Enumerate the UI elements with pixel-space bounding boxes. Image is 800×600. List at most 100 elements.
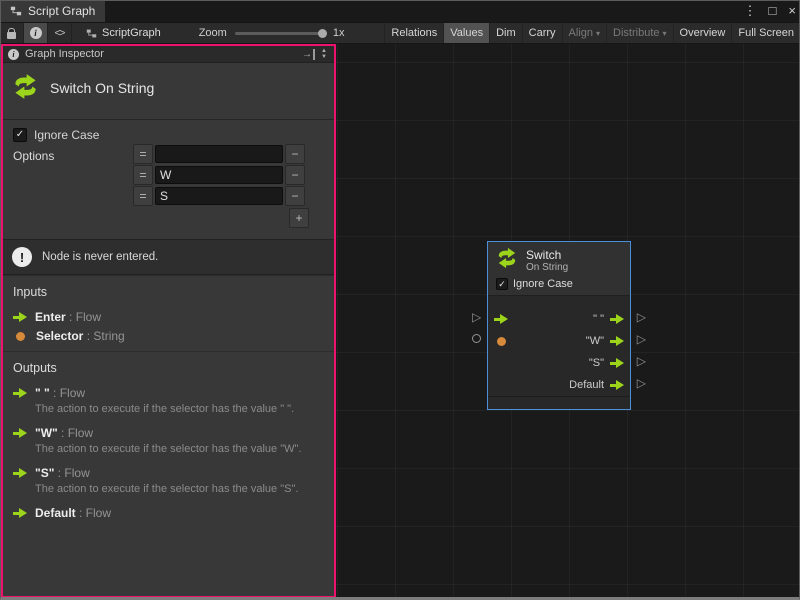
code-view-button[interactable]: <> bbox=[48, 23, 72, 43]
inspector-controls: ✓ Ignore Case Options = − = − = bbox=[3, 119, 334, 239]
node-ignore-case-row[interactable]: ✓ Ignore Case bbox=[496, 278, 622, 290]
output-port-icon[interactable] bbox=[610, 380, 624, 390]
info-icon: i bbox=[8, 49, 19, 60]
flow-port-icon bbox=[13, 312, 27, 322]
external-output-port[interactable]: ▷ bbox=[637, 332, 646, 346]
window-close-button[interactable]: × bbox=[788, 0, 796, 22]
node-port-row: "W" bbox=[488, 330, 630, 352]
full-screen-button[interactable]: Full Screen bbox=[731, 23, 800, 43]
external-input-value-port[interactable] bbox=[472, 334, 481, 343]
inspector-toggle-button[interactable]: i bbox=[24, 23, 48, 43]
option-value-input[interactable] bbox=[155, 145, 283, 163]
inspector-title: Graph Inspector bbox=[25, 48, 104, 60]
align-button[interactable]: Align ▾ bbox=[562, 23, 606, 43]
inputs-section-title: Inputs bbox=[3, 283, 334, 307]
input-port-row: Enter : Flow bbox=[3, 307, 334, 326]
port-name: "S" bbox=[35, 466, 54, 480]
output-port-icon[interactable] bbox=[610, 314, 624, 324]
zoom-label: Zoom bbox=[199, 27, 227, 39]
port-name: "W" bbox=[35, 426, 58, 440]
node-port-row: " " bbox=[488, 308, 630, 330]
window-titlebar: Script Graph ⋮ □ × bbox=[0, 0, 800, 22]
overview-button[interactable]: Overview bbox=[673, 23, 732, 43]
zoom-slider[interactable] bbox=[235, 32, 325, 35]
panel-scroller: ▲ ▼ bbox=[321, 48, 327, 60]
breadcrumb[interactable]: ScriptGraph bbox=[86, 27, 161, 39]
warning-banner: ! Node is never entered. bbox=[3, 239, 334, 275]
window-maximize-button[interactable]: □ bbox=[769, 0, 777, 22]
lock-button[interactable] bbox=[0, 23, 24, 43]
values-button[interactable]: Values bbox=[443, 23, 489, 43]
script-graph-icon bbox=[86, 28, 97, 39]
output-port-label: "S" bbox=[589, 357, 604, 369]
remove-option-button[interactable]: − bbox=[285, 165, 305, 185]
distribute-button[interactable]: Distribute ▾ bbox=[606, 23, 672, 43]
node-footer bbox=[488, 396, 630, 409]
port-type: : Flow bbox=[54, 466, 89, 480]
scroll-down-icon[interactable]: ▼ bbox=[321, 54, 327, 60]
chevron-down-icon: ▾ bbox=[596, 29, 600, 38]
node-ignore-case-label: Ignore Case bbox=[513, 278, 573, 290]
dock-icon[interactable]: → bbox=[302, 49, 315, 60]
port-name: " " bbox=[35, 386, 50, 400]
enter-port-icon[interactable] bbox=[494, 314, 508, 324]
inputs-section: Inputs Enter : Flow Selector : String bbox=[3, 275, 334, 351]
node-title: Switch bbox=[526, 248, 568, 262]
drag-handle[interactable]: = bbox=[133, 165, 153, 185]
remove-option-button[interactable]: − bbox=[285, 144, 305, 164]
node-body: " " "W" "S" Default bbox=[488, 296, 630, 396]
port-type: : Flow bbox=[58, 426, 93, 440]
warning-icon: ! bbox=[12, 247, 32, 267]
port-type: : String bbox=[83, 329, 124, 343]
output-port-icon[interactable] bbox=[610, 336, 624, 346]
ignore-case-row[interactable]: ✓ Ignore Case bbox=[13, 128, 99, 142]
option-value-input[interactable] bbox=[155, 166, 283, 184]
flow-port-icon bbox=[13, 508, 27, 518]
external-input-flow-port[interactable]: ▷ bbox=[472, 310, 481, 324]
zoom-slider-handle[interactable] bbox=[318, 29, 327, 38]
switch-icon bbox=[496, 247, 518, 274]
external-output-port[interactable]: ▷ bbox=[637, 310, 646, 324]
output-port-row: Default : Flow bbox=[3, 503, 334, 522]
flow-port-icon bbox=[13, 388, 27, 398]
port-description: The action to execute if the selector ha… bbox=[3, 482, 334, 503]
carry-button[interactable]: Carry bbox=[522, 23, 562, 43]
port-name: Enter bbox=[35, 310, 66, 324]
window-controls: ⋮ □ × bbox=[744, 0, 796, 22]
port-description: The action to execute if the selector ha… bbox=[3, 442, 334, 463]
drag-handle[interactable]: = bbox=[133, 144, 153, 164]
switch-icon bbox=[12, 73, 39, 103]
port-type: : Flow bbox=[50, 386, 85, 400]
external-output-port[interactable]: ▷ bbox=[637, 376, 646, 390]
distribute-label: Distribute bbox=[613, 27, 659, 39]
toolbar-button-group: Relations Values Dim Carry Align ▾ Distr… bbox=[384, 23, 800, 43]
inspector-node-title: Switch On String bbox=[50, 80, 154, 96]
outputs-section: Outputs " " : Flow The action to execute… bbox=[3, 351, 334, 528]
ignore-case-checkbox[interactable]: ✓ bbox=[13, 128, 27, 142]
chevron-down-icon: ▾ bbox=[663, 29, 667, 38]
output-port-icon[interactable] bbox=[610, 358, 624, 368]
external-output-port[interactable]: ▷ bbox=[637, 354, 646, 368]
dim-button[interactable]: Dim bbox=[489, 23, 522, 43]
tab-script-graph[interactable]: Script Graph bbox=[0, 0, 105, 22]
selector-port-icon[interactable] bbox=[497, 337, 506, 346]
port-name: Selector bbox=[36, 329, 83, 343]
window-menu-button[interactable]: ⋮ bbox=[744, 0, 757, 22]
drag-handle[interactable]: = bbox=[133, 186, 153, 206]
node-port-row: "S" bbox=[488, 352, 630, 374]
port-name: Default bbox=[35, 506, 76, 520]
output-port-label: " " bbox=[593, 313, 604, 325]
flow-port-icon bbox=[13, 468, 27, 478]
node-ignore-case-checkbox[interactable]: ✓ bbox=[496, 278, 508, 290]
value-port-icon bbox=[16, 332, 25, 341]
switch-on-string-node[interactable]: Switch On String ✓ Ignore Case " " bbox=[487, 241, 631, 410]
output-port-label: "W" bbox=[586, 335, 604, 347]
port-type: : Flow bbox=[66, 310, 101, 324]
add-option-button[interactable]: + bbox=[289, 208, 309, 228]
lock-icon bbox=[7, 32, 16, 39]
option-value-input[interactable] bbox=[155, 187, 283, 205]
remove-option-button[interactable]: − bbox=[285, 186, 305, 206]
inspector-header: i Graph Inspector → ▲ ▼ bbox=[3, 46, 334, 63]
check-icon: ✓ bbox=[16, 130, 24, 140]
relations-button[interactable]: Relations bbox=[384, 23, 443, 43]
